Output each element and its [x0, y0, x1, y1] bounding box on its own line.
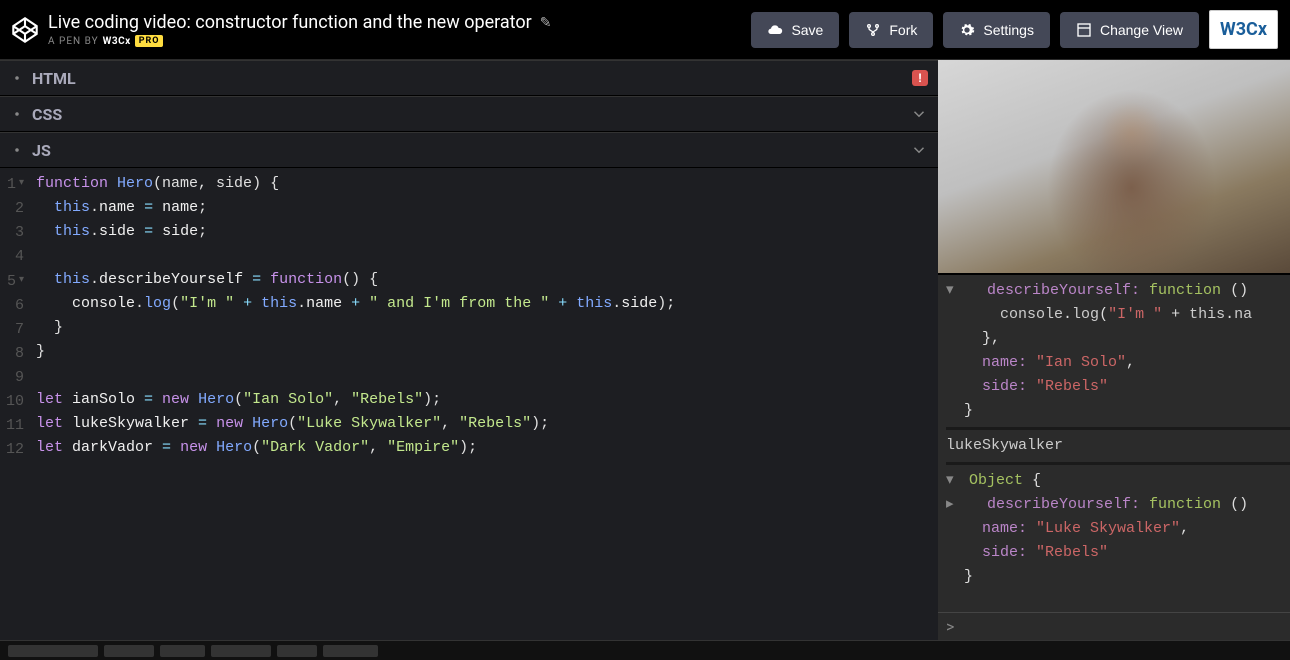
footer-bar	[0, 640, 1290, 660]
prompt-caret: >	[946, 617, 954, 636]
change-view-button[interactable]: Change View	[1060, 12, 1199, 48]
footer-item[interactable]	[104, 645, 154, 657]
a-pen-by-label: A PEN BY	[48, 36, 99, 47]
video-thumbnail[interactable]	[938, 60, 1290, 275]
code-content[interactable]: function Hero(name, side) { this.name = …	[30, 168, 675, 640]
html-panel-header[interactable]: HTML !	[0, 60, 938, 96]
css-panel-header[interactable]: CSS	[0, 96, 938, 132]
main-area: HTML ! CSS JS 1▾2345▾6789101112 function…	[0, 60, 1290, 640]
js-label: JS	[32, 141, 51, 160]
save-button[interactable]: Save	[751, 12, 839, 48]
title-block: Live coding video: constructor function …	[48, 12, 551, 47]
line-gutter: 1▾2345▾6789101112	[0, 168, 30, 640]
console-output[interactable]: ▾ describeYourself: function () console.…	[938, 275, 1290, 612]
gear-icon[interactable]	[10, 143, 24, 157]
footer-item[interactable]	[323, 645, 378, 657]
w3cx-badge[interactable]: W3Cx	[1209, 10, 1278, 49]
gear-icon[interactable]	[10, 71, 24, 85]
preview-column: ▾ describeYourself: function () console.…	[938, 60, 1290, 640]
js-editor[interactable]: 1▾2345▾6789101112 function Hero(name, si…	[0, 168, 938, 640]
fork-icon	[865, 22, 881, 38]
top-bar: Live coding video: constructor function …	[0, 0, 1290, 60]
footer-item[interactable]	[277, 645, 317, 657]
author-name[interactable]: W3Cx	[103, 36, 131, 47]
fork-button[interactable]: Fork	[849, 12, 933, 48]
gear-icon[interactable]	[10, 107, 24, 121]
js-panel-header[interactable]: JS	[0, 132, 938, 168]
console-input[interactable]	[960, 618, 1282, 636]
gear-icon	[959, 22, 975, 38]
chevron-down-icon[interactable]	[910, 105, 928, 123]
pen-title: Live coding video: constructor function …	[48, 12, 532, 33]
footer-item[interactable]	[211, 645, 271, 657]
footer-item[interactable]	[160, 645, 205, 657]
footer-item[interactable]	[8, 645, 98, 657]
pro-badge: PRO	[135, 35, 164, 47]
css-label: CSS	[32, 105, 62, 124]
edit-title-icon[interactable]: ✎	[540, 15, 552, 31]
console-prompt[interactable]: >	[938, 612, 1290, 640]
html-label: HTML	[32, 69, 76, 88]
settings-button[interactable]: Settings	[943, 12, 1050, 48]
layout-icon	[1076, 22, 1092, 38]
codepen-logo-icon	[12, 17, 38, 43]
editor-column: HTML ! CSS JS 1▾2345▾6789101112 function…	[0, 60, 938, 640]
error-badge[interactable]: !	[912, 70, 928, 86]
cloud-icon	[767, 22, 783, 38]
chevron-down-icon[interactable]	[910, 141, 928, 159]
